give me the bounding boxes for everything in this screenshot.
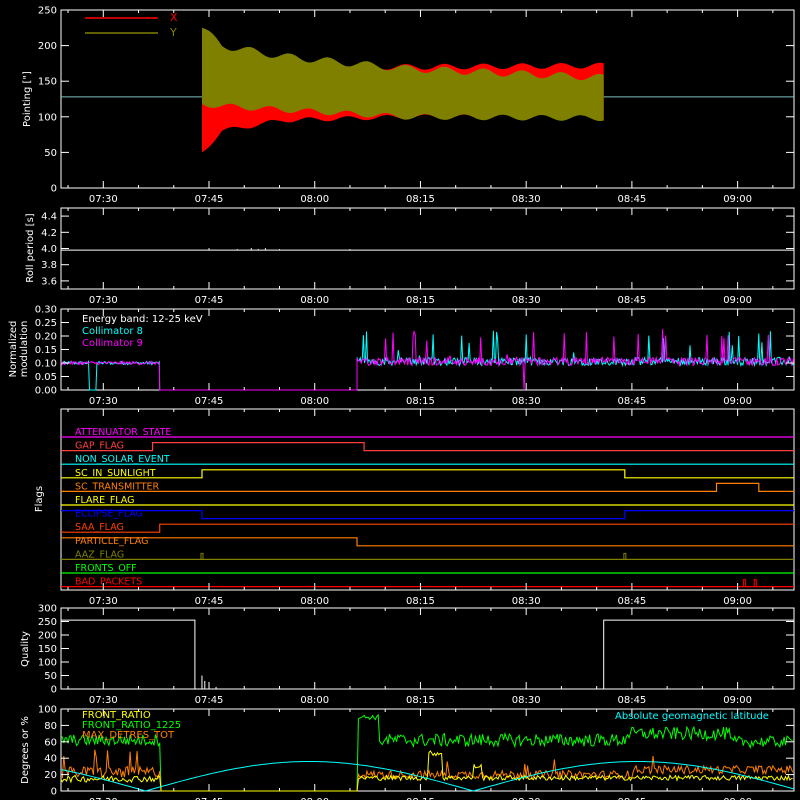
x-tick-label: 08:00 xyxy=(300,695,329,706)
modulation-legend-band: Energy band: 12-25 keV xyxy=(82,314,203,325)
flag-label: FLARE_FLAG xyxy=(75,495,135,506)
x-tick-label: 08:00 xyxy=(300,596,329,607)
y-tick-label: 0 xyxy=(51,787,57,798)
legend-label-x: X xyxy=(170,11,178,24)
y-tick-label: 200 xyxy=(38,631,57,642)
ratios-ylabel: Degrees or % xyxy=(20,716,31,784)
legend-label-y: Y xyxy=(169,26,177,39)
x-tick-label: 09:00 xyxy=(723,596,752,607)
x-tick-label: 08:00 xyxy=(300,194,329,205)
flag-label: AAZ_FLAG xyxy=(75,549,124,560)
flag-label: NON_SOLAR_EVENT xyxy=(75,454,170,465)
y-tick-label: 100 xyxy=(38,112,57,123)
x-tick-label: 08:15 xyxy=(406,596,435,607)
y-tick-label: 0.30 xyxy=(35,305,57,316)
y-tick-label: 100 xyxy=(38,658,57,669)
x-tick-label: 09:00 xyxy=(723,396,752,407)
x-tick-label: 08:30 xyxy=(512,295,541,306)
modulation-ylabel-1: Normalized xyxy=(8,321,19,378)
x-tick-label: 07:30 xyxy=(89,396,118,407)
flag-label: SC_IN_SUNLIGHT xyxy=(75,468,156,479)
y-tick-label: 0 xyxy=(51,184,57,195)
x-tick-label: 07:30 xyxy=(89,194,118,205)
y-tick-label: 4.0 xyxy=(41,244,57,255)
y-tick-label: 4.4 xyxy=(41,212,57,223)
x-tick-label: 08:45 xyxy=(617,396,646,407)
roll-ylabel: Roll period [s] xyxy=(25,213,36,282)
flag-label: FRONTS_OFF xyxy=(75,563,137,574)
y-tick-label: 100 xyxy=(38,705,57,716)
y-tick-label: 0.10 xyxy=(35,359,57,370)
x-tick-label: 08:00 xyxy=(300,396,329,407)
modulation-ylabel-2: modulation xyxy=(19,321,30,378)
x-tick-label: 08:45 xyxy=(617,596,646,607)
y-tick-label: 60 xyxy=(44,737,57,748)
x-tick-label: 08:30 xyxy=(512,695,541,706)
x-tick-label: 07:45 xyxy=(195,396,224,407)
flag-label: ATTENUATOR_STATE xyxy=(75,427,171,438)
y-tick-label: 4.2 xyxy=(41,228,57,239)
y-tick-label: 0 xyxy=(51,685,57,696)
y-tick-label: 250 xyxy=(38,617,57,628)
y-tick-label: 0.05 xyxy=(35,372,57,383)
y-tick-label: 0.00 xyxy=(35,386,57,397)
x-tick-label: 08:30 xyxy=(512,396,541,407)
y-tick-label: 20 xyxy=(44,770,57,781)
flag-label: SAA_FLAG xyxy=(75,522,124,533)
x-tick-label: 07:45 xyxy=(195,295,224,306)
flag-label: BAD_PACKETS xyxy=(75,577,142,588)
flag-label: SC_TRANSMITTER xyxy=(75,481,160,492)
x-tick-label: 08:00 xyxy=(300,295,329,306)
y-tick-label: 300 xyxy=(38,604,57,615)
x-tick-label: 08:45 xyxy=(617,295,646,306)
pointing-ylabel: Pointing ["] xyxy=(22,71,33,127)
x-tick-label: 07:30 xyxy=(89,695,118,706)
x-tick-label: 07:30 xyxy=(89,295,118,306)
x-tick-label: 08:30 xyxy=(512,596,541,607)
y-tick-label: 50 xyxy=(44,148,57,159)
x-tick-label: 09:00 xyxy=(723,295,752,306)
x-tick-label: 08:15 xyxy=(406,295,435,306)
y-tick-label: 50 xyxy=(44,671,57,682)
modulation-legend-c9: Collimator 9 xyxy=(82,338,143,349)
x-tick-label: 09:00 xyxy=(723,695,752,706)
x-tick-label: 08:15 xyxy=(406,396,435,407)
x-tick-label: 07:30 xyxy=(89,596,118,607)
hessi-observing-summary: 07:30 07:45 08:00 08:15 08:30 08:45 09:00 0 50 10… xyxy=(0,0,800,800)
modulation-legend-c8: Collimator 8 xyxy=(82,326,143,337)
x-tick-label: 08:45 xyxy=(617,194,646,205)
y-tick-label: 40 xyxy=(44,754,57,765)
y-tick-label: 3.6 xyxy=(41,276,57,287)
ratios-legend-maxdetres: MAX_DETRES_TOT xyxy=(82,730,175,741)
x-tick-label: 08:15 xyxy=(406,194,435,205)
y-tick-label: 250 xyxy=(38,6,57,17)
y-tick-label: 200 xyxy=(38,41,57,52)
x-tick-label: 07:45 xyxy=(195,194,224,205)
y-tick-label: 150 xyxy=(38,77,57,88)
y-tick-label: 80 xyxy=(44,721,57,732)
x-tick-label: 07:45 xyxy=(195,596,224,607)
y-tick-label: 150 xyxy=(38,644,57,655)
x-tick-label: 07:45 xyxy=(195,695,224,706)
ratios-annotation-latitude: Absolute geomagnetic latitude xyxy=(615,711,769,722)
quality-ylabel: Quality xyxy=(20,631,31,667)
x-tick-label: 09:00 xyxy=(723,194,752,205)
x-tick-label: 08:45 xyxy=(617,695,646,706)
y-tick-label: 0.25 xyxy=(35,318,57,329)
y-tick-label: 3.8 xyxy=(41,260,57,271)
flag-label: GAP_FLAG xyxy=(75,441,124,452)
flags-ylabel: Flags xyxy=(34,486,45,512)
x-tick-label: 08:30 xyxy=(512,194,541,205)
x-tick-label: 08:15 xyxy=(406,695,435,706)
y-tick-label: 0.20 xyxy=(35,332,57,343)
y-tick-label: 0.15 xyxy=(35,345,57,356)
